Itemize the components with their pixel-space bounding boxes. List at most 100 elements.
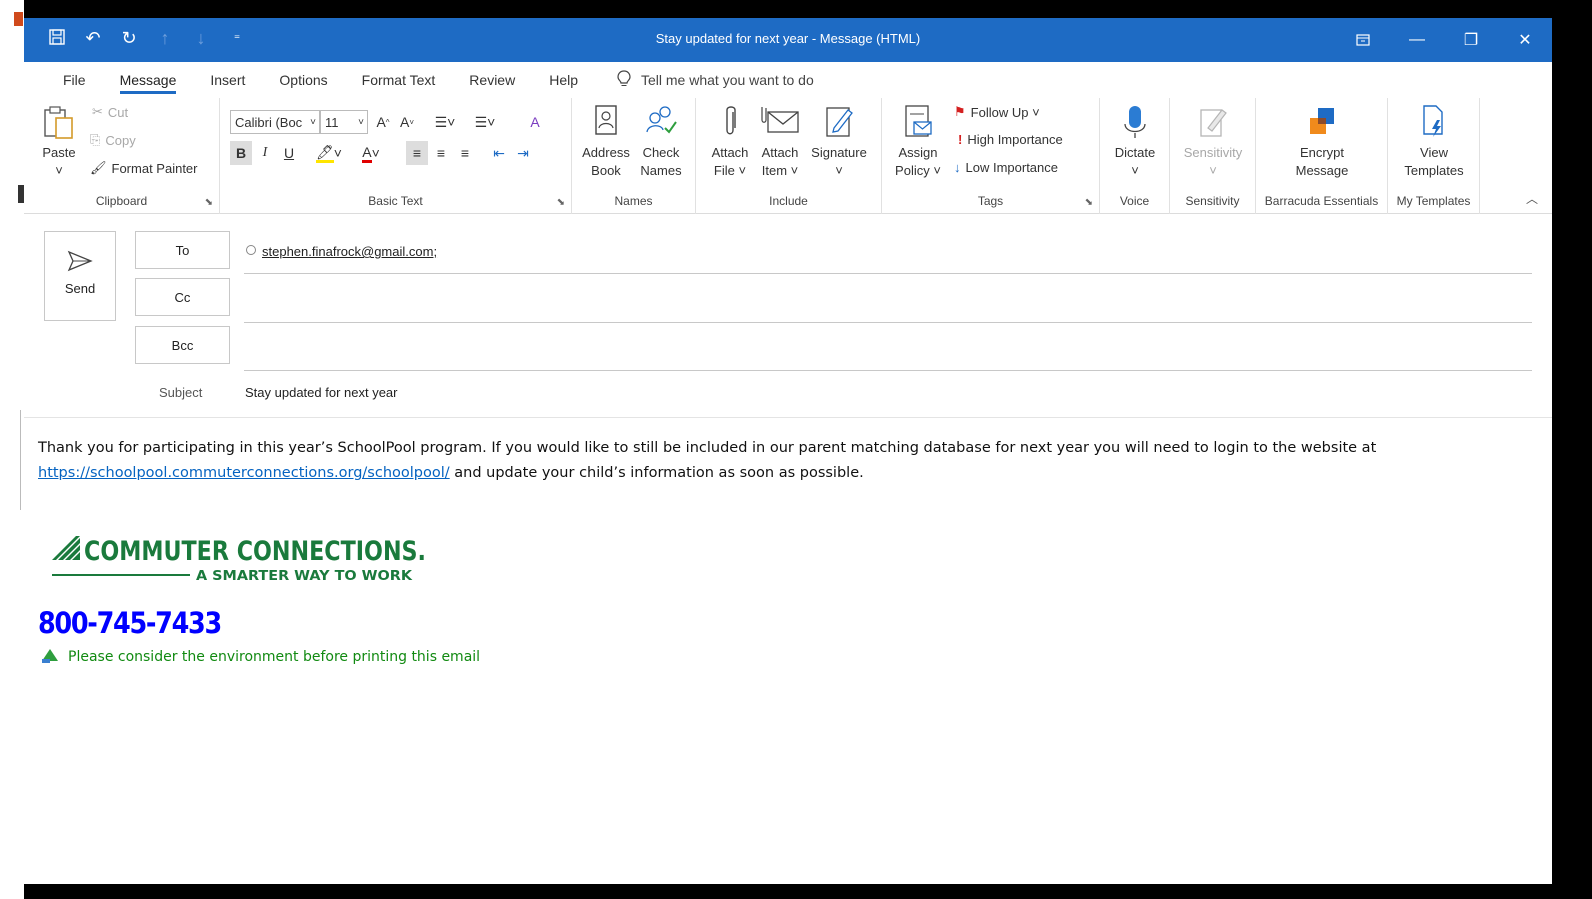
encrypt-icon — [1282, 104, 1362, 142]
signature-button[interactable]: Signature ˅ — [806, 104, 872, 180]
shrink-font-icon[interactable]: A ˅ — [396, 110, 418, 134]
attach-file-button[interactable]: Attach File ˅ — [704, 104, 756, 180]
align-right-icon[interactable]: ≡ — [454, 141, 476, 165]
attach-item-button[interactable]: Attach Item ˅ — [754, 104, 806, 180]
low-importance-button[interactable]: ↓ Low Importance — [954, 160, 1058, 175]
include-group: Attach File ˅ Attach Item ˅ Signature ˅ … — [696, 98, 882, 214]
italic-icon[interactable]: I — [254, 141, 276, 165]
format-painter-button[interactable]: 🖌 Format Painter — [90, 160, 198, 176]
copy-button[interactable]: ⎘ Copy — [90, 132, 136, 148]
bullets-icon[interactable]: ☰˅ — [428, 110, 462, 134]
underline-icon[interactable]: U — [278, 141, 300, 165]
recycle-tree-icon — [40, 647, 60, 667]
align-left-icon[interactable]: ≡ — [406, 141, 428, 165]
tell-me-search[interactable]: Tell me what you want to do — [595, 69, 814, 91]
grow-font-icon[interactable]: A ^ — [372, 110, 394, 134]
clear-formatting-icon[interactable]: A — [524, 110, 546, 134]
paste-dropdown-icon[interactable]: ˅ — [55, 163, 63, 178]
tab-format-text[interactable]: Format Text — [345, 62, 453, 98]
tab-review[interactable]: Review — [452, 62, 532, 98]
check-names-label-2: Names — [640, 163, 682, 178]
restore-icon[interactable]: ❐ — [1444, 18, 1498, 62]
chevron-down-icon: ˅ — [310, 116, 316, 128]
highlight-icon[interactable]: 🖊 ˅ — [312, 141, 346, 165]
address-book-button[interactable]: Address Book — [580, 104, 632, 180]
cut-button[interactable]: ✂ Cut — [92, 104, 128, 120]
assign-policy-label-1: Assign — [898, 145, 938, 160]
background-app-marker — [14, 12, 23, 26]
font-color-icon[interactable]: A ˅ — [354, 141, 388, 165]
attach-item-label-1: Attach — [761, 145, 799, 160]
tab-help[interactable]: Help — [532, 62, 595, 98]
templates-group: View Templates My Templates — [1388, 98, 1480, 214]
format-painter-label: Format Painter — [111, 160, 198, 176]
collapse-ribbon-icon[interactable]: ︿ — [1526, 190, 1538, 207]
tags-group-label: Tags — [977, 194, 1004, 208]
send-button[interactable]: Send — [44, 231, 116, 321]
tab-insert[interactable]: Insert — [193, 62, 262, 98]
tell-me-text: Tell me what you want to do — [641, 72, 814, 88]
view-templates-button[interactable]: View Templates — [1394, 104, 1474, 180]
close-icon[interactable]: ✕ — [1498, 18, 1552, 62]
attach-file-label-1: Attach — [711, 145, 749, 160]
numbering-icon[interactable]: ☰˅ — [468, 110, 502, 134]
decrease-indent-icon[interactable]: ⇤ — [488, 141, 510, 165]
follow-up-button[interactable]: ⚑ Follow Up ˅ — [954, 104, 1040, 120]
sensitivity-button[interactable]: Sensitivity ˅ — [1174, 104, 1252, 180]
bold-icon[interactable]: B — [230, 141, 252, 165]
font-name-combo[interactable]: Calibri (Boc ˅ — [230, 110, 320, 134]
ribbon-display-options-icon[interactable] — [1336, 18, 1390, 62]
cc-button[interactable]: Cc — [135, 278, 230, 316]
ribbon: Paste ˅ ✂ Cut ⎘ Copy 🖌 Format Painter Cl… — [24, 98, 1552, 214]
attach-file-label-2: File ˅ — [713, 163, 747, 178]
copy-label: Copy — [105, 132, 136, 148]
address-book-icon — [580, 104, 632, 142]
clipboard-launcher-icon[interactable]: ⬊ — [205, 197, 213, 208]
cc-field[interactable] — [244, 322, 1532, 323]
include-group-label: Include — [769, 194, 808, 208]
clipboard-group: Paste ˅ ✂ Cut ⎘ Copy 🖌 Format Painter Cl… — [24, 98, 220, 214]
check-names-button[interactable]: Check Names — [634, 104, 688, 180]
logo-tagline-text: A SMARTER WAY TO WORK — [196, 569, 413, 584]
logo-main-text: COMMUTER CONNECTIONS. — [84, 536, 426, 567]
basic-text-launcher-icon[interactable]: ⬊ — [557, 197, 565, 208]
send-label: Send — [64, 281, 96, 296]
paste-button[interactable]: Paste ˅ — [36, 104, 82, 180]
clipboard-group-label: Clipboard — [95, 194, 148, 208]
subject-field[interactable]: Stay updated for next year — [245, 385, 397, 400]
cut-label: Cut — [107, 104, 129, 120]
schoolpool-link[interactable]: https://schoolpool.commuterconnections.o… — [38, 465, 450, 481]
minimize-icon[interactable]: — — [1390, 18, 1444, 62]
envelope-clip-icon — [754, 104, 806, 142]
encrypt-message-button[interactable]: Encrypt Message — [1282, 104, 1362, 180]
to-button[interactable]: To — [135, 231, 230, 269]
tags-launcher-icon[interactable]: ⬊ — [1085, 197, 1093, 208]
assign-policy-icon — [886, 104, 950, 142]
basic-text-group: Calibri (Boc ˅ 11 ˅ A ^ A ˅ ☰˅ ☰˅ A B I U … — [220, 98, 572, 214]
voice-group-label: Voice — [1119, 194, 1150, 208]
tab-file[interactable]: File — [46, 62, 103, 98]
paste-icon — [36, 104, 82, 142]
to-recipient[interactable]: stephen.finafrock@gmail.com; — [262, 244, 437, 259]
tab-options[interactable]: Options — [262, 62, 344, 98]
send-icon — [45, 250, 115, 275]
font-size-combo[interactable]: 11 ˅ — [320, 110, 368, 134]
ribbon-tabs: File Message Insert Options Format Text … — [24, 62, 1552, 98]
dictate-button[interactable]: Dictate ˅ — [1106, 104, 1164, 180]
align-center-icon[interactable]: ≡ — [430, 141, 452, 165]
bcc-field[interactable] — [244, 370, 1532, 371]
commuter-connections-logo: COMMUTER CONNECTIONS. A SMARTER WAY TO W… — [50, 530, 430, 602]
tab-message[interactable]: Message — [103, 62, 194, 98]
bcc-button[interactable]: Bcc — [135, 326, 230, 364]
view-templates-label-1: View — [1420, 145, 1448, 160]
increase-indent-icon[interactable]: ⇥ — [512, 141, 534, 165]
high-importance-button[interactable]: ! High Importance — [958, 132, 1063, 147]
assign-policy-button[interactable]: Assign Policy ˅ — [886, 104, 950, 180]
templates-group-label: My Templates — [1396, 194, 1471, 208]
basic-text-group-label: Basic Text — [368, 194, 423, 208]
address-book-label-2: Book — [591, 163, 621, 178]
view-templates-label-2: Templates — [1404, 163, 1464, 178]
message-body[interactable]: Thank you for participating in this year… — [38, 436, 1528, 486]
background-window-edge — [0, 0, 24, 899]
to-field[interactable]: stephen.finafrock@gmail.com; — [245, 244, 437, 259]
